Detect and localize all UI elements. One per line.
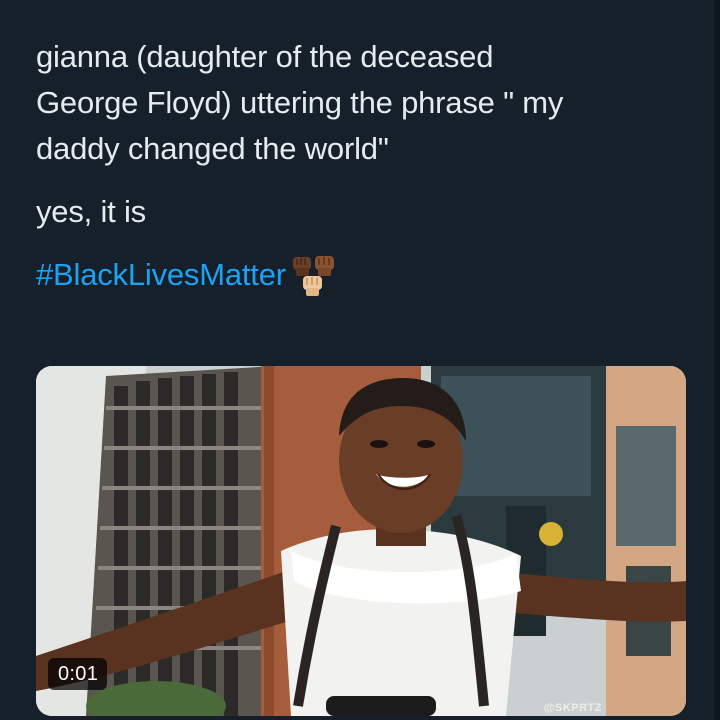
video-thumbnail[interactable]: 0:01 @SKPRTZ	[36, 366, 686, 716]
tweet-text-line: George Floyd) uttering the phrase " my	[36, 85, 564, 120]
edge-strip	[714, 0, 720, 720]
video-timestamp: 0:01	[48, 658, 108, 690]
tweet-second-paragraph: yes, it is	[36, 194, 146, 229]
tweet-main-text: gianna (daughter of the deceased George …	[36, 34, 686, 172]
tweet-text-line: daddy changed the world"	[36, 131, 389, 166]
tweet-card: gianna (daughter of the deceased George …	[0, 0, 720, 720]
hashtag-link[interactable]: #BlackLivesMatter	[36, 252, 286, 298]
video-watermark: @SKPRTZ	[543, 702, 602, 714]
video-frame	[36, 366, 686, 716]
raised-fists-icon	[291, 255, 337, 297]
hashtag-line: #BlackLivesMatter	[36, 252, 686, 298]
tweet-body: gianna (daughter of the deceased George …	[36, 34, 686, 298]
tweet-text-line: gianna (daughter of the deceased	[36, 39, 494, 74]
